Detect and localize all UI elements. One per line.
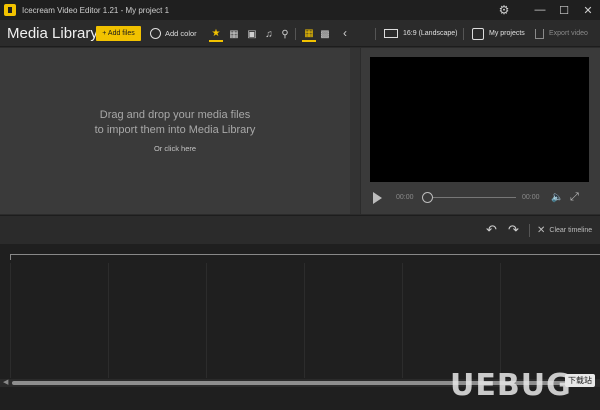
aspect-ratio-icon [384,29,398,38]
seek-bar[interactable] [426,197,516,198]
timeline-tracks[interactable] [10,263,600,378]
toolbar-divider [463,28,464,40]
main-toolbar: Media Library + Add files Add color ★ ▦ … [0,20,600,47]
settings-gear-icon[interactable]: ⚙ [496,0,512,20]
drop-line-1: Drag and drop your media files [99,109,251,121]
export-icon [535,28,544,39]
total-time: 00:00 [522,194,540,201]
collapse-chevron-icon[interactable]: ‹ [343,26,347,40]
drop-instructions: Drag and drop your media files to import… [0,108,350,138]
clear-timeline-label: Clear timeline [549,226,593,234]
current-time: 00:00 [396,194,414,201]
window-title: Icecream Video Editor 1.21 - My project … [22,5,170,15]
clear-timeline-button[interactable]: ✕ Clear timeline [537,223,592,237]
library-scrollbar[interactable] [350,48,360,214]
export-video-label: Export video [549,30,588,37]
search-icon[interactable]: ⚲ [278,26,292,42]
seek-handle[interactable] [422,192,433,203]
list-view-icon[interactable]: ▩ [318,26,332,42]
grid-line [10,263,11,378]
media-library-title: Media Library [7,25,98,42]
watermark-tag: 下载站 [565,374,595,387]
aspect-ratio-label: 16:9 (Landscape) [403,30,458,37]
video-preview [370,57,589,182]
player-controls: 00:00 00:00 🔈 ⤢ [370,188,589,208]
media-library-dropzone[interactable]: Drag and drop your media files to import… [0,48,350,214]
or-click-here-link[interactable]: Or click here [0,144,350,153]
minimize-button[interactable]: — [528,0,552,20]
aspect-ratio-button[interactable]: 16:9 (Landscape) [384,26,457,41]
toolbar-divider [295,28,296,40]
volume-icon[interactable]: 🔈 [551,192,563,203]
add-files-button[interactable]: + Add files [96,26,141,41]
projects-icon [472,27,484,40]
grid-line [402,263,403,378]
preview-pane: 00:00 00:00 🔈 ⤢ [361,48,600,214]
play-icon[interactable] [373,192,382,204]
export-video-button[interactable]: Export video [535,25,588,42]
fullscreen-icon[interactable]: ⤢ [570,191,579,204]
filter-all-star-icon[interactable]: ★ [209,26,223,42]
timeline-toolbar: ↶ ↷ ✕ Clear timeline [0,215,600,243]
close-icon: ✕ [537,224,546,236]
grid-line [108,263,109,378]
grid-view-icon[interactable]: ▦ [302,26,316,42]
toolbar-divider [375,28,376,40]
filter-music-icon[interactable]: ♫ [262,26,276,42]
undo-icon[interactable]: ↶ [486,222,497,238]
title-bar: Icecream Video Editor 1.21 - My project … [0,0,600,20]
grid-line [500,263,501,378]
redo-icon[interactable]: ↷ [508,222,519,238]
add-color-label: Add color [165,29,197,38]
app-icon [4,4,16,16]
grid-line [304,263,305,378]
filter-video-icon[interactable]: ▦ [227,26,241,42]
drop-line-2: to import them into Media Library [94,124,256,136]
maximize-button[interactable]: ☐ [552,0,576,20]
filter-image-icon[interactable]: ▣ [245,26,259,42]
my-projects-button[interactable]: My projects [472,25,525,42]
window-controls: ⚙ — ☐ ✕ [496,0,600,20]
watermark: UEBUG [450,368,572,403]
close-button[interactable]: ✕ [576,0,600,20]
timeline-ruler[interactable] [10,254,600,260]
grid-line [206,263,207,378]
my-projects-label: My projects [489,30,525,37]
add-color-button[interactable]: Add color [150,26,197,41]
palette-icon [150,28,161,39]
scroll-left-icon[interactable]: ◀ [3,378,8,386]
timeline-divider [529,224,530,237]
